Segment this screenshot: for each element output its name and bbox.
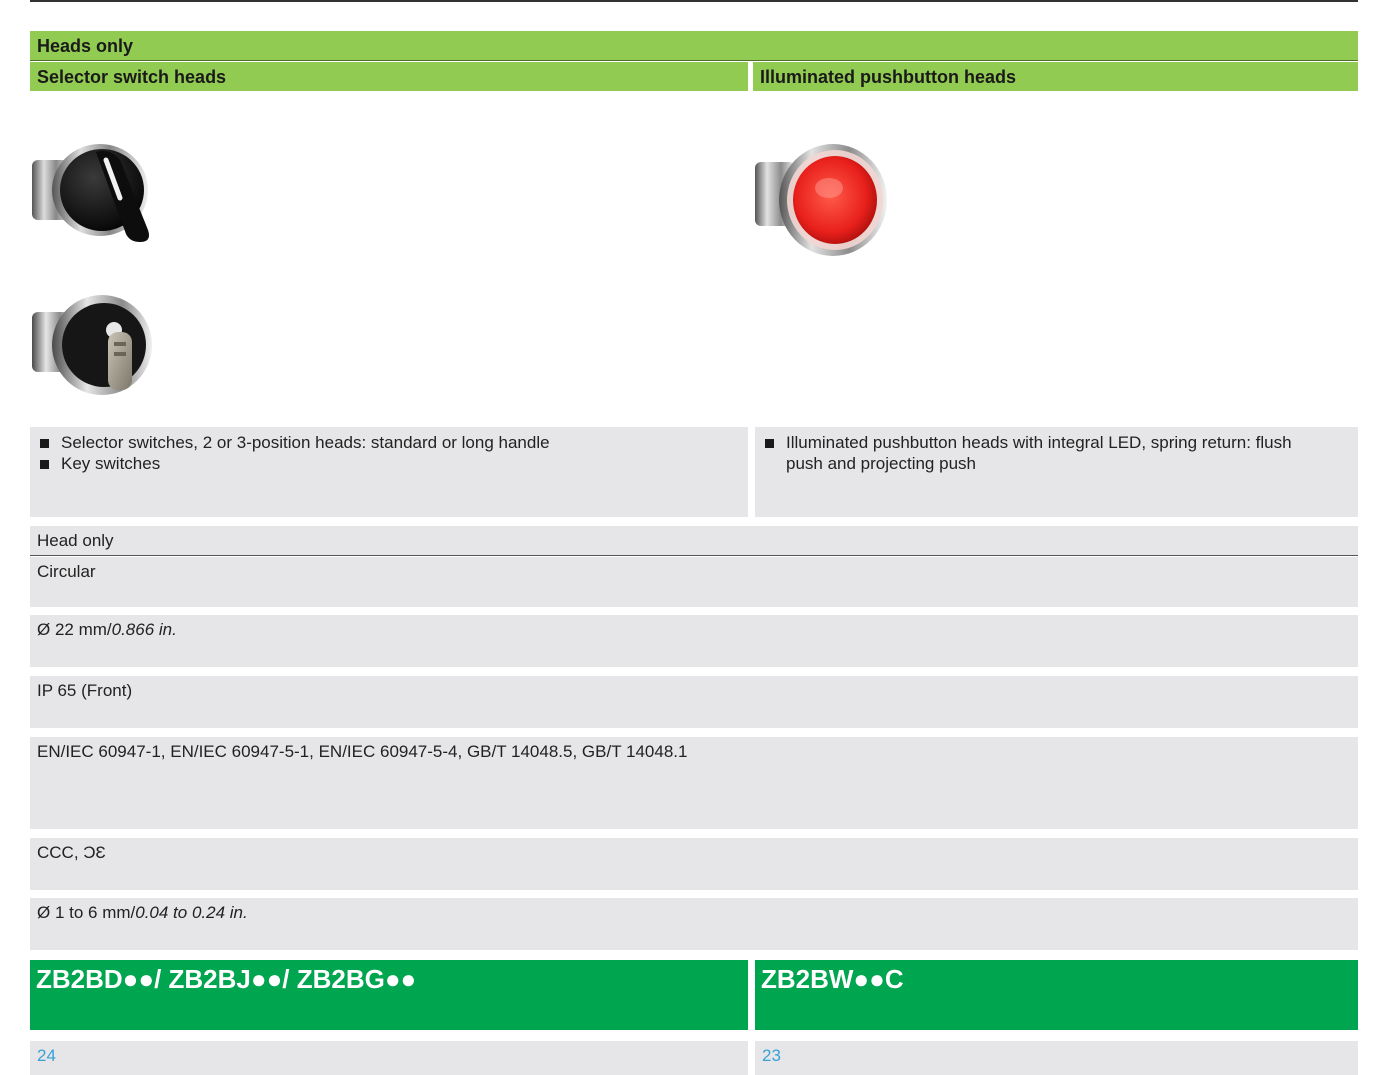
illuminated-features-panel: Illuminated pushbutton heads with integr… (755, 427, 1358, 517)
spec-shape: Circular (30, 557, 1358, 607)
spec-diameter: Ø 22 mm/0.866 in. (30, 615, 1358, 667)
selector-page-link[interactable]: 24 (37, 1046, 56, 1066)
heads-only-header: Heads only (30, 31, 1358, 61)
selector-features-panel: Selector switches, 2 or 3-position heads… (30, 427, 748, 517)
illuminated-reference: ZB2BW●●C (761, 964, 904, 994)
diameter-value: Ø 22 mm/0.866 in. (37, 620, 177, 639)
illuminated-page-band: 23 (755, 1041, 1358, 1075)
bullet-square-icon (765, 439, 774, 448)
illuminated-pushbutton-header: Illuminated pushbutton heads (753, 62, 1358, 91)
standards-value: EN/IEC 60947-1, EN/IEC 60947-5-1, EN/IEC… (37, 742, 688, 761)
approvals-value: CCC, ƆƐ (37, 843, 106, 862)
list-item: Selector switches, 2 or 3-position heads… (40, 432, 550, 453)
illuminated-features-list: Illuminated pushbutton heads with integr… (765, 432, 1325, 474)
spec-protection: IP 65 (Front) (30, 676, 1358, 728)
protection-value: IP 65 (Front) (37, 681, 133, 700)
selector-switch-header: Selector switch heads (30, 62, 748, 91)
shape-value: Circular (37, 562, 96, 581)
selector-features-list: Selector switches, 2 or 3-position heads… (40, 432, 550, 474)
bullet-square-icon (40, 439, 49, 448)
heads-only-title: Heads only (37, 36, 134, 56)
bullet-square-icon (40, 460, 49, 469)
illuminated-reference-band: ZB2BW●●C (755, 960, 1358, 1030)
spec-approvals: CCC, ƆƐ (30, 838, 1358, 890)
selector-switch-head-photo (32, 144, 149, 242)
list-item: Key switches (40, 453, 550, 474)
spec-standards: EN/IEC 60947-1, EN/IEC 60947-5-1, EN/IEC… (30, 737, 1358, 829)
selector-page-band: 24 (30, 1041, 748, 1075)
illuminated-page-link[interactable]: 23 (762, 1046, 781, 1066)
spec-cable-diameter: Ø 1 to 6 mm/0.04 to 0.24 in. (30, 898, 1358, 950)
cable-diameter-value: Ø 1 to 6 mm/0.04 to 0.24 in. (37, 903, 248, 922)
selector-reference-band: ZB2BD●●/ ZB2BJ●●/ ZB2BG●● (30, 960, 748, 1030)
selector-reference: ZB2BD●●/ ZB2BJ●●/ ZB2BG●● (36, 964, 417, 994)
head-only-label: Head only (37, 531, 114, 550)
red-illuminated-pushbutton-photo (755, 144, 887, 256)
key-switch-head-photo (32, 295, 152, 395)
selector-switch-title: Selector switch heads (37, 67, 227, 87)
illuminated-pushbutton-title: Illuminated pushbutton heads (760, 67, 1016, 87)
spec-head-only: Head only (30, 526, 1358, 556)
top-rule (30, 0, 1358, 2)
list-item: Illuminated pushbutton heads with integr… (765, 432, 1325, 474)
